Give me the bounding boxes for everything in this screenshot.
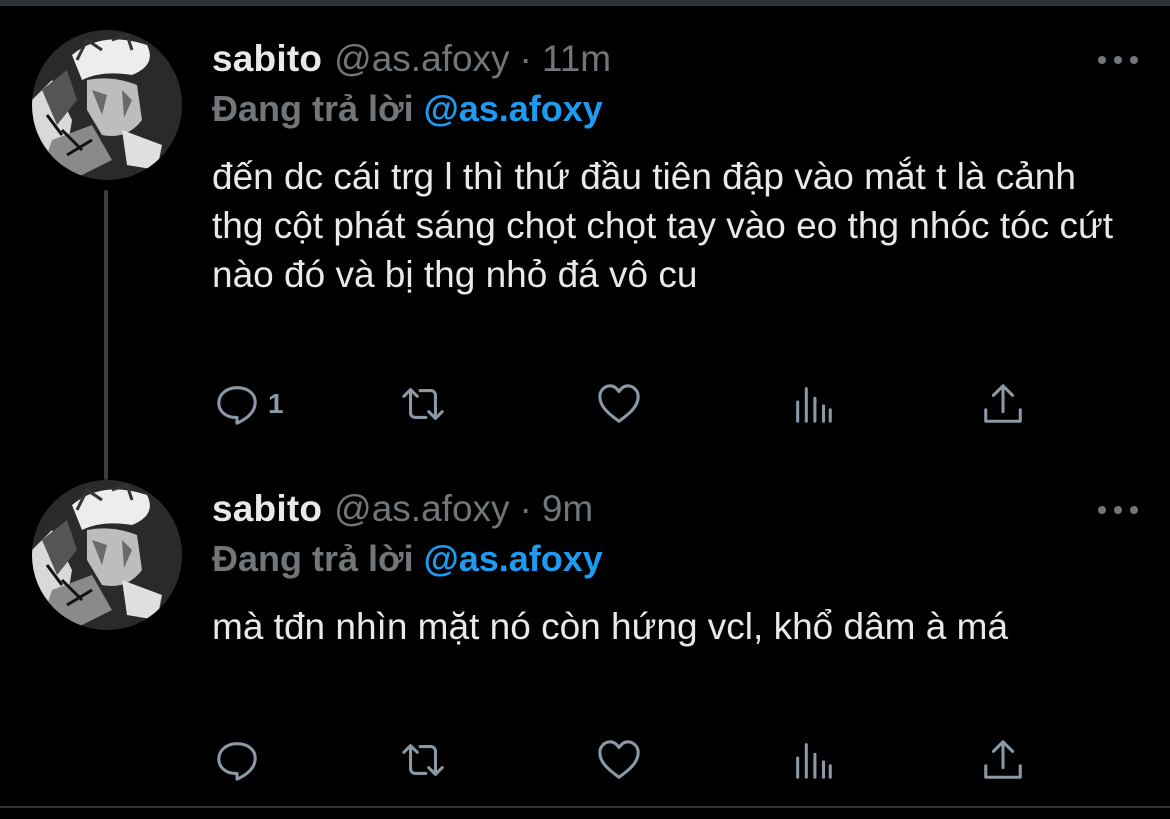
more-icon[interactable] — [1098, 50, 1138, 70]
user-handle[interactable]: @as.afoxy — [334, 488, 509, 530]
replying-to-user-link[interactable]: @as.afoxy — [424, 538, 603, 579]
avatar[interactable] — [32, 30, 182, 180]
replying-to: Đang trả lời @as.afoxy — [212, 538, 603, 580]
reply-button[interactable]: 1 — [214, 380, 284, 428]
display-name[interactable]: sabito — [212, 38, 322, 80]
views-icon — [796, 743, 832, 779]
top-divider — [0, 0, 1170, 6]
views-icon — [796, 387, 832, 423]
reply-button[interactable] — [214, 736, 268, 784]
replying-to-user-link[interactable]: @as.afoxy — [424, 88, 603, 129]
reply-icon — [217, 386, 257, 425]
avatar-image — [32, 30, 182, 180]
tweet-header: sabito @as.afoxy · 11m — [212, 38, 611, 82]
tweet-actions: 1 — [212, 380, 1112, 428]
user-handle[interactable]: @as.afoxy — [334, 38, 509, 80]
retweet-button[interactable] — [400, 380, 446, 428]
tweet[interactable]: sabito @as.afoxy · 9m Đang trả lời @as.af… — [0, 480, 1170, 800]
bottom-divider — [0, 806, 1170, 808]
tweet-text: mà tđn nhìn mặt nó còn hứng vcl, khổ dâm… — [212, 606, 1009, 647]
tweet[interactable]: sabito @as.afoxy · 11m Đang trả lời @as.a… — [0, 30, 1170, 450]
tweet-actions — [212, 736, 1112, 784]
avatar[interactable] — [32, 480, 182, 630]
replying-to-label: Đang trả lời — [212, 538, 414, 579]
separator-dot: · — [519, 38, 532, 79]
timestamp[interactable]: 9m — [542, 488, 593, 530]
more-icon[interactable] — [1098, 500, 1138, 520]
like-button[interactable] — [596, 736, 642, 784]
share-icon — [984, 740, 1022, 779]
share-button[interactable] — [980, 736, 1026, 784]
replying-to: Đang trả lời @as.afoxy — [212, 88, 603, 130]
like-icon — [598, 740, 640, 779]
views-button[interactable] — [790, 380, 836, 428]
reply-count: 1 — [268, 388, 284, 419]
retweet-icon — [402, 744, 444, 776]
display-name[interactable]: sabito — [212, 488, 322, 530]
timestamp[interactable]: 11m — [542, 38, 611, 80]
like-button[interactable] — [596, 380, 642, 428]
tweet-header: sabito @as.afoxy · 9m — [212, 488, 593, 532]
reply-icon — [217, 742, 257, 781]
views-button[interactable] — [790, 736, 836, 784]
like-icon — [598, 384, 640, 423]
tweet-text: đến dc cái trg l thì thứ đầu tiên đập và… — [212, 156, 1114, 295]
share-icon — [984, 384, 1022, 423]
replying-to-label: Đang trả lời — [212, 88, 414, 129]
separator-dot: · — [519, 488, 532, 529]
retweet-button[interactable] — [400, 736, 446, 784]
share-button[interactable] — [980, 380, 1026, 428]
retweet-icon — [402, 388, 444, 420]
avatar-image — [32, 480, 182, 630]
